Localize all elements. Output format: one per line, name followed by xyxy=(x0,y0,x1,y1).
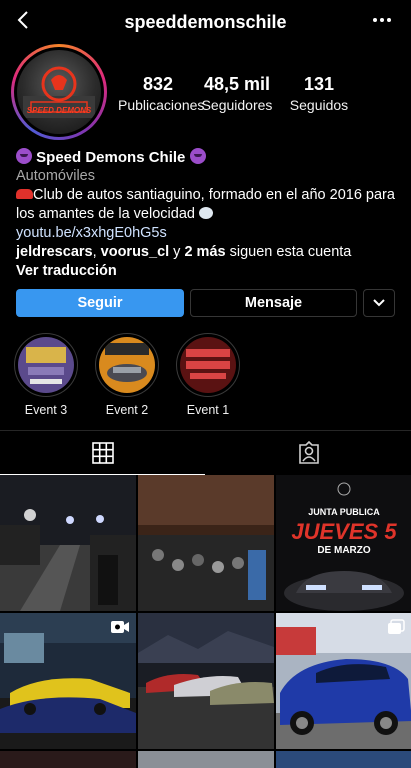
followers-count[interactable]: 48,5 mil Seguidores xyxy=(200,74,274,113)
multiple-photos-icon xyxy=(388,619,405,634)
dash-emoji-icon xyxy=(198,207,213,219)
profile-category: Automóviles xyxy=(16,168,95,184)
see-translation-link[interactable]: Ver traducción xyxy=(16,262,401,281)
highlight-event-1[interactable]: Event 1 xyxy=(176,333,240,417)
post-caption-title: JUNTA PUBLICA xyxy=(308,507,380,517)
profile-username: speeddemonschile xyxy=(124,12,287,32)
highlight-label: Event 3 xyxy=(24,403,68,417)
avatar-logo-text: SPEED DEMONS xyxy=(26,106,92,115)
profile-avatar[interactable]: SPEED DEMONS xyxy=(11,44,107,140)
followed-by-separator: y xyxy=(169,244,185,260)
tagged-person-icon xyxy=(298,441,319,464)
post-caption-headline: JUEVES 5 xyxy=(291,519,397,544)
tab-tagged[interactable] xyxy=(206,431,411,475)
top-bar: speeddemonschile xyxy=(0,0,411,44)
posts-count-label: Publicaciones xyxy=(118,97,205,113)
follow-button[interactable]: Seguir xyxy=(16,289,184,317)
devil-emoji-icon xyxy=(16,148,32,164)
profile-bio: Speed Demons Chile Automóviles Club de a… xyxy=(16,148,401,281)
tab-posts-grid[interactable] xyxy=(0,431,205,475)
message-button[interactable]: Mensaje xyxy=(190,289,357,317)
post-thumbnail[interactable] xyxy=(0,475,136,611)
race-car-emoji-icon xyxy=(16,189,33,199)
followers-count-label: Seguidores xyxy=(201,97,273,113)
suggested-accounts-button[interactable] xyxy=(363,289,395,317)
highlight-event-2[interactable]: Event 2 xyxy=(95,333,159,417)
followed-by-more[interactable]: 2 más xyxy=(184,244,225,260)
bio-description-line1: Club de autos santiaguino, formado en el… xyxy=(33,187,395,203)
following-count[interactable]: 131 Seguidos xyxy=(284,74,354,113)
posts-count-value: 832 xyxy=(142,74,174,94)
post-thumbnail[interactable] xyxy=(138,475,274,611)
post-thumbnail[interactable] xyxy=(276,751,411,768)
followed-by-suffix: siguen esta cuenta xyxy=(225,244,352,260)
post-thumbnail[interactable]: JUNTA PUBLICA JUEVES 5 DE MARZO xyxy=(276,475,411,611)
post-thumbnail[interactable] xyxy=(138,613,274,749)
bio-description-line2: los amantes de la velocidad xyxy=(16,206,195,222)
highlight-event-3[interactable]: Event 3 xyxy=(14,333,78,417)
profile-name: Speed Demons Chile xyxy=(16,148,401,167)
post-thumbnail[interactable] xyxy=(0,613,136,749)
devil-emoji-icon xyxy=(189,148,206,164)
posts-count[interactable]: 832 Publicaciones xyxy=(118,74,205,113)
highlight-label: Event 2 xyxy=(105,403,149,417)
chevron-down-icon xyxy=(373,299,385,307)
post-thumbnail[interactable] xyxy=(0,751,136,768)
followed-by-user-1[interactable]: jeldrescars xyxy=(16,244,93,260)
highlight-image xyxy=(99,337,155,393)
followed-by[interactable]: jeldrescars, voorus_cl y 2 más siguen es… xyxy=(16,243,401,262)
avatar-image: SPEED DEMONS xyxy=(17,50,101,134)
bio-description: Club de autos santiaguino, formado en el… xyxy=(16,186,401,205)
video-badge-icon xyxy=(111,621,129,633)
profile-name-text: Speed Demons Chile xyxy=(36,149,186,166)
followers-count-value: 48,5 mil xyxy=(203,74,271,94)
followed-by-user-2[interactable]: voorus_cl xyxy=(101,244,170,260)
highlight-image xyxy=(18,337,74,393)
following-count-label: Seguidos xyxy=(289,97,349,113)
bio-description-2: los amantes de la velocidad xyxy=(16,205,401,224)
post-thumbnail[interactable] xyxy=(138,751,274,768)
profile-tabs xyxy=(0,430,411,475)
highlight-image xyxy=(180,337,236,393)
highlight-label: Event 1 xyxy=(186,403,230,417)
grid-icon xyxy=(91,441,114,464)
more-options-icon[interactable] xyxy=(371,10,393,30)
post-thumbnail[interactable] xyxy=(276,613,411,749)
bio-link[interactable]: youtu.be/x3xhgE0hG5s xyxy=(16,224,401,243)
post-caption-sub: DE MARZO xyxy=(317,545,371,556)
following-count-value: 131 xyxy=(303,74,335,94)
